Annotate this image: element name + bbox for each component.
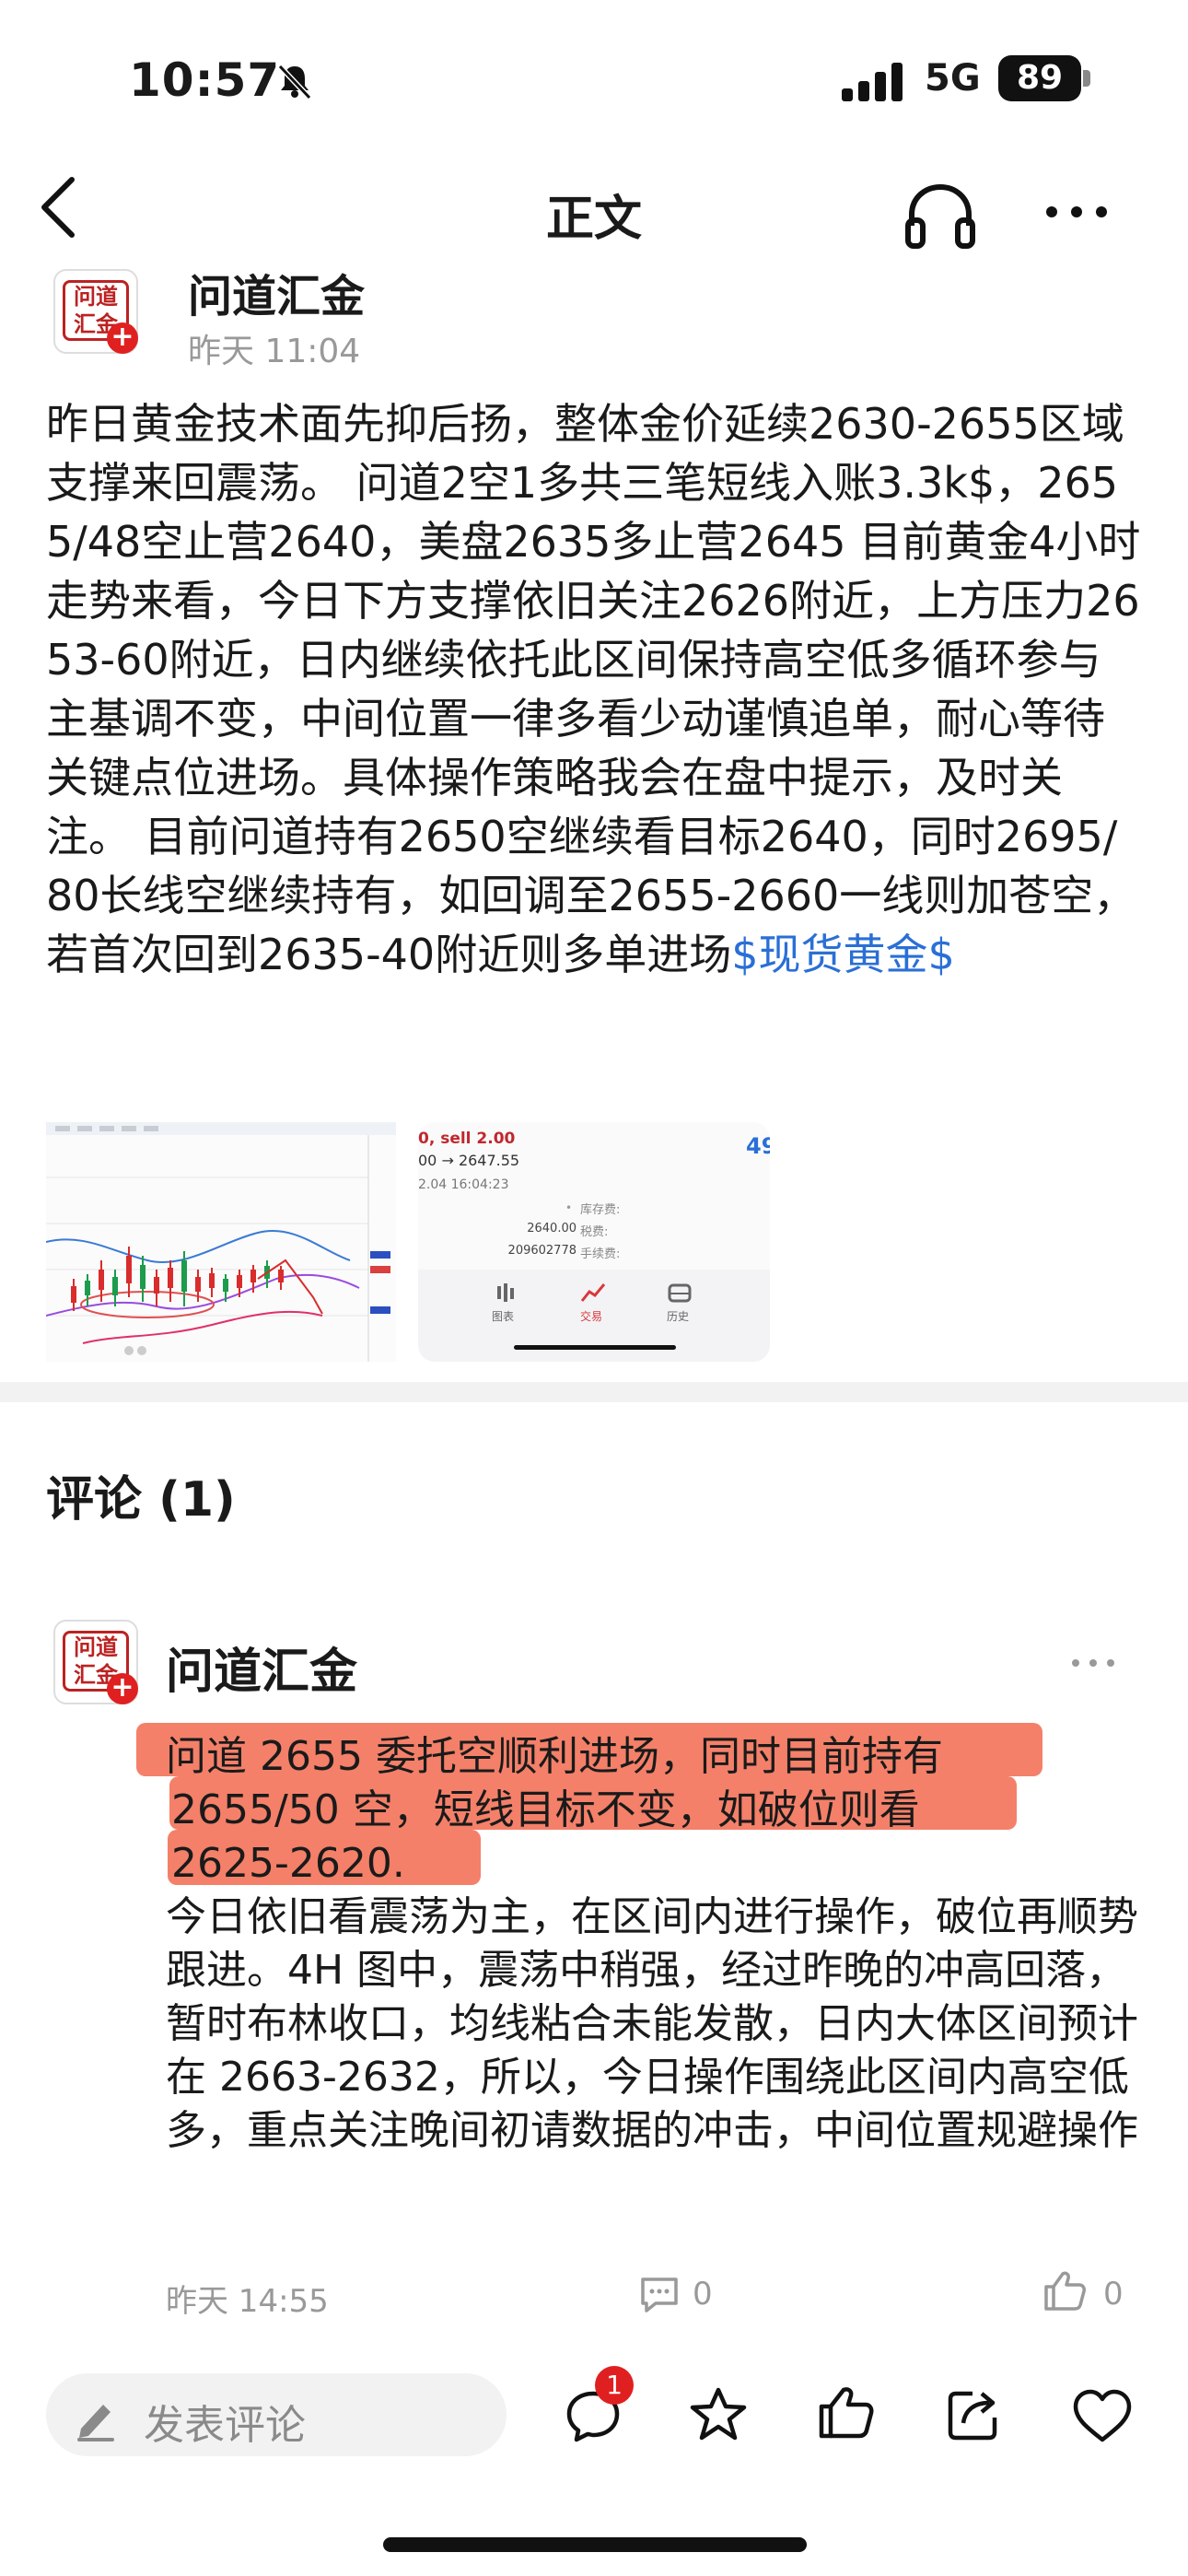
page-title: 正文 <box>545 192 642 247</box>
star-icon[interactable] <box>689 2384 748 2443</box>
like-count: 0 <box>1103 2276 1124 2313</box>
chart-tab-icon[interactable] <box>494 1281 518 1305</box>
bell-muted-icon <box>277 64 312 100</box>
heart-icon[interactable] <box>1070 2386 1135 2445</box>
trade-row-label: 库存费: <box>580 1203 621 1217</box>
chart-thumbnail[interactable] <box>45 1122 396 1362</box>
thumbs-up-icon[interactable] <box>816 2383 875 2441</box>
pencil-icon <box>77 2405 114 2441</box>
article-tag-link[interactable]: $现货黄金$ <box>731 930 955 979</box>
comment-more-icon[interactable] <box>1068 1654 1118 1672</box>
battery-indicator: 89 <box>998 55 1081 101</box>
like-icon[interactable] <box>1042 2268 1087 2313</box>
trade-date-line: 2.04 16:04:23 <box>418 1177 509 1192</box>
post-time: 昨天 11:04 <box>188 333 361 370</box>
more-icon[interactable] <box>1042 193 1111 230</box>
comment-body: 问道 2655 委托空顺利进场，同时目前持有 2655/50 空，短线目标不变，… <box>166 1730 1142 2158</box>
thumb-home-indicator <box>514 1345 676 1350</box>
follow-plus-icon[interactable]: + <box>107 1673 138 1704</box>
trade-price-line: 00 → 2647.55 <box>418 1152 520 1169</box>
comment-time: 昨天 14:55 <box>166 2283 329 2320</box>
comment-highlight-line: 问道 2655 委托空顺利进场，同时目前持有 <box>166 1733 943 1780</box>
article-text: 昨日黄金技术面先抑后扬，整体金价延续2630-2655区域支撑来回震荡。 问道2… <box>46 399 1141 979</box>
history-tab-icon[interactable] <box>667 1281 693 1305</box>
trade-row-value: 2640.00 <box>527 1222 577 1235</box>
trade-screenshot-thumbnail[interactable]: 0, sell 2.00 00 → 2647.55 2.04 16:04:23 … <box>418 1122 770 1362</box>
article-body: 昨日黄金技术面先抑后扬，整体金价延续2630-2655区域支撑来回震荡。 问道2… <box>46 394 1142 984</box>
trade-tab-icon[interactable] <box>580 1281 606 1305</box>
home-indicator <box>383 2537 807 2552</box>
status-time: 10:57 <box>129 53 281 107</box>
trade-number: 49 <box>746 1133 770 1159</box>
network-type: 5G <box>925 57 981 100</box>
candlestick-chart-image <box>45 1122 396 1362</box>
reply-icon[interactable] <box>637 2274 681 2314</box>
battery-tip <box>1083 70 1090 87</box>
trade-sell-line: 0, sell 2.00 <box>418 1130 516 1148</box>
section-divider <box>0 1382 1188 1402</box>
headphones-icon[interactable] <box>903 180 978 252</box>
tab-label: 历史 <box>667 1310 690 1323</box>
trade-row-label: 手续费: <box>580 1247 621 1261</box>
comment-count-badge: 1 <box>595 2366 634 2405</box>
follow-plus-icon[interactable]: + <box>107 322 138 354</box>
comments-title: 评论 (1) <box>46 1472 236 1528</box>
share-icon[interactable] <box>945 2384 1004 2443</box>
author-name[interactable]: 问道汇金 <box>188 260 365 324</box>
cellular-signal-icon <box>842 63 903 101</box>
comment-text: 今日依旧看震荡为主，在区间内进行操作，破位再顺势跟进。4H 图中，震荡中稍强，经… <box>166 1893 1138 2154</box>
comment-input-placeholder: 发表评论 <box>144 2402 306 2449</box>
trade-row-value: 209602778 <box>507 1244 577 1258</box>
comment-highlight-line: 2625-2620. <box>171 1840 405 1887</box>
commenter-name[interactable]: 问道汇金 <box>166 1633 357 1702</box>
trade-row-label: 税费: <box>580 1225 609 1239</box>
tab-label: 交易 <box>580 1310 603 1323</box>
comment-highlight-line: 2655/50 空，短线目标不变，如破位则看 <box>171 1786 920 1833</box>
reply-count: 0 <box>693 2276 713 2313</box>
tab-label: 图表 <box>492 1310 515 1323</box>
trade-marker: • <box>565 1201 573 1214</box>
